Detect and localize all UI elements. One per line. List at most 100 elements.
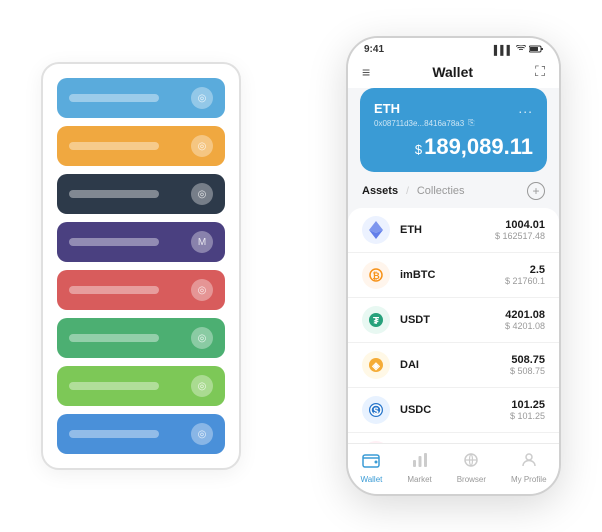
wallet-nav-icon: [362, 452, 380, 473]
imbtc-icon: ₿: [362, 261, 390, 289]
asset-amounts-dai: 508.75 $ 508.75: [510, 354, 545, 376]
phone: 9:41 ▌▌▌ ≡ Wallet ⛶ ETH ...: [346, 36, 561, 496]
usdt-icon: ₮: [362, 306, 390, 334]
imbtc-usd: $ 21760.1: [505, 276, 545, 286]
browser-nav-icon: [462, 452, 480, 473]
wallet-nav-label: Wallet: [360, 475, 382, 484]
expand-icon[interactable]: ⛶: [535, 63, 545, 80]
card-label-bar: [69, 430, 159, 438]
wifi-icon: [516, 45, 526, 55]
card-3[interactable]: ◎: [57, 174, 225, 214]
card-5[interactable]: ◎: [57, 270, 225, 310]
dollar-sign: $: [415, 142, 422, 157]
eth-card-title: ETH: [374, 101, 400, 116]
menu-icon[interactable]: ≡: [362, 64, 370, 80]
status-time: 9:41: [364, 44, 384, 55]
assets-header: Assets / Collecties +: [348, 182, 559, 208]
asset-name-imbtc: imBTC: [400, 269, 505, 281]
copy-icon[interactable]: ⎘: [468, 118, 474, 128]
card-label-bar: [69, 142, 159, 150]
profile-nav-icon: [520, 452, 538, 473]
card-label-bar: [69, 94, 159, 102]
battery-icon: [529, 45, 543, 55]
asset-amounts-usdt: 4201.08 $ 4201.08: [505, 309, 545, 331]
usdt-amount: 4201.08: [505, 309, 545, 321]
tab-divider: /: [406, 186, 409, 197]
card-icon: ◎: [191, 87, 213, 109]
asset-item-dai[interactable]: ◈ DAI 508.75 $ 508.75: [348, 343, 559, 388]
card-icon: ◎: [191, 183, 213, 205]
asset-item-eth[interactable]: ETH 1004.01 $ 162517.48: [348, 208, 559, 253]
card-8[interactable]: ◎: [57, 414, 225, 454]
asset-name-usdt: USDT: [400, 314, 505, 326]
eth-card-address: 0x08711d3e...8416a78a3 ⎘: [374, 118, 533, 128]
asset-name-usdc: USDC: [400, 404, 510, 416]
phone-header: ≡ Wallet ⛶: [348, 59, 559, 88]
tab-collectibles[interactable]: Collecties: [417, 185, 465, 197]
eth-card[interactable]: ETH ... 0x08711d3e...8416a78a3 ⎘ $189,08…: [360, 88, 547, 172]
bottom-nav: Wallet Market Browser My Profile: [348, 443, 559, 494]
svg-text:₿: ₿: [372, 271, 379, 281]
usdc-usd: $ 101.25: [510, 411, 545, 421]
card-icon: ◎: [191, 423, 213, 445]
card-7[interactable]: ◎: [57, 366, 225, 406]
dai-amount: 508.75: [510, 354, 545, 366]
market-nav-label: Market: [407, 475, 431, 484]
card-label-bar: [69, 334, 159, 342]
eth-amount: 1004.01: [495, 219, 545, 231]
eth-card-balance: $189,089.11: [374, 134, 533, 160]
imbtc-amount: 2.5: [505, 264, 545, 276]
svg-text:◈: ◈: [371, 361, 380, 372]
eth-card-header: ETH ...: [374, 100, 533, 116]
card-label-bar: [69, 286, 159, 294]
card-icon: ◎: [191, 327, 213, 349]
dai-icon: ◈: [362, 351, 390, 379]
card-6[interactable]: ◎: [57, 318, 225, 358]
card-label-bar: [69, 190, 159, 198]
usdc-icon: $: [362, 396, 390, 424]
eth-usd: $ 162517.48: [495, 231, 545, 241]
asset-item-tft[interactable]: TFT 13 0: [348, 433, 559, 443]
profile-nav-label: My Profile: [511, 475, 547, 484]
market-nav-icon: [411, 452, 429, 473]
card-label-bar: [69, 382, 159, 390]
phone-body: ETH ... 0x08711d3e...8416a78a3 ⎘ $189,08…: [348, 88, 559, 443]
asset-amounts-imbtc: 2.5 $ 21760.1: [505, 264, 545, 286]
card-1[interactable]: ◎: [57, 78, 225, 118]
usdc-amount: 101.25: [510, 399, 545, 411]
asset-item-imbtc[interactable]: ₿ imBTC 2.5 $ 21760.1: [348, 253, 559, 298]
dai-usd: $ 508.75: [510, 366, 545, 376]
add-asset-button[interactable]: +: [527, 182, 545, 200]
eth-icon: [362, 216, 390, 244]
wallet-title: Wallet: [432, 64, 473, 80]
card-4[interactable]: M: [57, 222, 225, 262]
nav-market[interactable]: Market: [407, 452, 431, 484]
asset-name-dai: DAI: [400, 359, 510, 371]
asset-amounts-usdc: 101.25 $ 101.25: [510, 399, 545, 421]
status-icons: ▌▌▌: [494, 45, 543, 55]
usdt-usd: $ 4201.08: [505, 321, 545, 331]
assets-tabs: Assets / Collecties: [362, 185, 465, 197]
nav-profile[interactable]: My Profile: [511, 452, 547, 484]
card-icon: ◎: [191, 279, 213, 301]
asset-item-usdt[interactable]: ₮ USDT 4201.08 $ 4201.08: [348, 298, 559, 343]
signal-icon: ▌▌▌: [494, 45, 513, 55]
status-bar: 9:41 ▌▌▌: [348, 38, 559, 59]
nav-wallet[interactable]: Wallet: [360, 452, 382, 484]
eth-card-more[interactable]: ...: [518, 100, 533, 116]
card-label-bar: [69, 238, 159, 246]
card-icon: M: [191, 231, 213, 253]
card-icon: ◎: [191, 135, 213, 157]
card-2[interactable]: ◎: [57, 126, 225, 166]
asset-amounts-eth: 1004.01 $ 162517.48: [495, 219, 545, 241]
asset-list: ETH 1004.01 $ 162517.48 ₿ imBTC 2.5 $ 21…: [348, 208, 559, 443]
scene: ◎ ◎ ◎ M ◎ ◎ ◎ ◎: [11, 11, 591, 521]
browser-nav-label: Browser: [457, 475, 486, 484]
svg-text:$: $: [373, 406, 378, 416]
asset-item-usdc[interactable]: $ USDC 101.25 $ 101.25: [348, 388, 559, 433]
nav-browser[interactable]: Browser: [457, 452, 486, 484]
svg-text:₮: ₮: [373, 316, 379, 327]
card-stack: ◎ ◎ ◎ M ◎ ◎ ◎ ◎: [41, 62, 241, 470]
tab-assets[interactable]: Assets: [362, 185, 398, 197]
card-icon: ◎: [191, 375, 213, 397]
